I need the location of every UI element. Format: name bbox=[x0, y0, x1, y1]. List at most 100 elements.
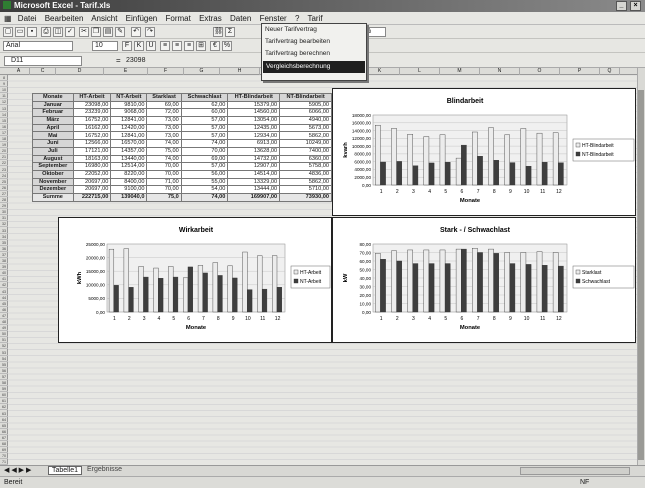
menu-item-comparison[interactable]: Vergleichsberechnung bbox=[263, 61, 365, 73]
column-header-F[interactable]: F bbox=[148, 68, 184, 75]
table-cell[interactable]: 5905,00 bbox=[279, 100, 332, 110]
column-header-M[interactable]: M bbox=[440, 68, 480, 75]
menu-daten[interactable]: Daten bbox=[230, 14, 251, 23]
align-left-icon[interactable]: ≡ bbox=[160, 41, 170, 51]
table-cell[interactable]: 55,00 bbox=[180, 177, 229, 187]
table-cell[interactable]: 74,00 bbox=[146, 139, 182, 148]
table-header-cell[interactable]: Starklast bbox=[146, 93, 182, 102]
minimize-button[interactable]: _ bbox=[616, 1, 627, 11]
close-button[interactable]: × bbox=[630, 1, 641, 11]
table-cell[interactable]: 12435,00 bbox=[227, 123, 281, 133]
table-cell[interactable]: 5673,00 bbox=[279, 123, 332, 133]
table-cell[interactable]: 9100,00 bbox=[110, 185, 148, 194]
table-cell[interactable]: 14560,00 bbox=[227, 108, 281, 118]
table-cell[interactable]: 8220,00 bbox=[110, 169, 148, 179]
table-cell[interactable]: 13054,00 bbox=[227, 116, 281, 125]
table-header-cell[interactable]: HT-Blindarbeit bbox=[227, 93, 281, 102]
redo-icon[interactable]: ↷ bbox=[145, 27, 155, 37]
tab-tabelle1[interactable]: Tabelle1 bbox=[48, 466, 83, 475]
column-header-E[interactable]: E bbox=[104, 68, 148, 75]
table-cell[interactable]: 74,00 bbox=[180, 139, 229, 148]
open-icon[interactable]: ▭ bbox=[15, 27, 25, 37]
table-cell[interactable]: 9068,00 bbox=[110, 108, 148, 118]
table-cell[interactable]: 14357,00 bbox=[110, 146, 148, 156]
spellcheck-icon[interactable]: ✓ bbox=[65, 27, 75, 37]
table-cell[interactable]: November bbox=[32, 177, 74, 187]
table-cell[interactable]: 12420,00 bbox=[110, 123, 148, 133]
table-cell[interactable]: 23239,00 bbox=[72, 108, 112, 118]
table-cell[interactable]: 14514,00 bbox=[227, 169, 281, 179]
chart-blindarbeit[interactable]: Blindarbeit 0,00 2000,00 4000,00 6000,00 8000… bbox=[332, 88, 636, 216]
sum-cell[interactable]: 73930,00 bbox=[279, 192, 332, 202]
percent-icon[interactable]: % bbox=[222, 41, 232, 51]
column-header-O[interactable]: O bbox=[520, 68, 560, 75]
table-cell[interactable]: 5862,00 bbox=[279, 131, 332, 141]
font-select[interactable]: Arial bbox=[3, 41, 73, 51]
table-header-cell[interactable]: NT-Arbeit bbox=[110, 93, 148, 102]
table-cell[interactable]: Oktober bbox=[32, 169, 74, 179]
bold-icon[interactable]: F bbox=[122, 41, 132, 51]
cut-icon[interactable]: ✂ bbox=[79, 27, 89, 37]
table-cell[interactable]: 16570,00 bbox=[110, 139, 148, 148]
table-cell[interactable]: 57,00 bbox=[180, 131, 229, 141]
table-cell[interactable]: 70,00 bbox=[180, 146, 229, 156]
menu-help[interactable]: ? bbox=[295, 14, 299, 23]
table-header-cell[interactable]: HT-Arbeit bbox=[72, 93, 112, 102]
table-cell[interactable]: Dezember bbox=[32, 185, 74, 194]
chart-wirkarbeit[interactable]: Wirkarbeit 0,00 5000,00 10000,00 15000,00 200… bbox=[58, 217, 332, 343]
table-cell[interactable]: Mai bbox=[32, 131, 74, 141]
sum-cell[interactable]: 139040,0 bbox=[110, 192, 148, 202]
align-right-icon[interactable]: ≡ bbox=[184, 41, 194, 51]
column-header-C[interactable]: C bbox=[30, 68, 56, 75]
menu-format[interactable]: Format bbox=[166, 14, 191, 23]
table-cell[interactable]: 5862,00 bbox=[279, 177, 332, 187]
table-cell[interactable]: August bbox=[32, 154, 74, 164]
table-cell[interactable]: 75,00 bbox=[146, 146, 182, 156]
table-cell[interactable]: 13628,00 bbox=[227, 146, 281, 156]
table-cell[interactable]: 73,00 bbox=[146, 131, 182, 141]
font-size-select[interactable]: 10 bbox=[92, 41, 118, 51]
column-header-N[interactable]: N bbox=[480, 68, 520, 75]
table-cell[interactable]: 54,00 bbox=[180, 185, 229, 194]
table-cell[interactable]: 71,00 bbox=[146, 177, 182, 187]
table-cell[interactable]: 60,00 bbox=[180, 108, 229, 118]
table-cell[interactable]: 4836,00 bbox=[279, 169, 332, 179]
paste-icon[interactable]: ▤ bbox=[103, 27, 113, 37]
table-cell[interactable]: 6913,00 bbox=[227, 139, 281, 148]
table-cell[interactable]: Juli bbox=[32, 146, 74, 156]
table-cell[interactable]: 12907,00 bbox=[227, 162, 281, 171]
table-cell[interactable]: 10249,00 bbox=[279, 139, 332, 148]
table-cell[interactable]: 69,00 bbox=[146, 100, 182, 110]
underline-icon[interactable]: U bbox=[146, 41, 156, 51]
tab-scroll-arrows[interactable]: ◀ ◀ ▶ ▶ bbox=[4, 466, 31, 474]
table-cell[interactable]: 20697,00 bbox=[72, 185, 112, 194]
menu-item-edit-contract[interactable]: Tarifvertrag bearbeiten bbox=[262, 36, 366, 48]
table-cell[interactable]: 9810,00 bbox=[110, 100, 148, 110]
table-cell[interactable]: 62,00 bbox=[180, 100, 229, 110]
menu-tarif[interactable]: Tarif bbox=[307, 14, 322, 23]
table-cell[interactable]: 14732,00 bbox=[227, 154, 281, 164]
table-cell[interactable]: 5758,00 bbox=[279, 162, 332, 171]
table-cell[interactable]: 7400,00 bbox=[279, 146, 332, 156]
column-header-Q[interactable]: Q bbox=[600, 68, 620, 75]
table-cell[interactable]: 12934,00 bbox=[227, 131, 281, 141]
undo-icon[interactable]: ↶ bbox=[131, 27, 141, 37]
table-cell[interactable]: 4940,00 bbox=[279, 116, 332, 125]
menu-datei[interactable]: Datei bbox=[18, 14, 37, 23]
table-cell[interactable]: 8400,00 bbox=[110, 177, 148, 187]
sum-cell[interactable]: 75,0 bbox=[146, 192, 182, 202]
table-header-cell[interactable]: NT-Blindarbeit bbox=[279, 93, 332, 102]
save-icon[interactable]: ▪ bbox=[27, 27, 37, 37]
column-header-L[interactable]: L bbox=[400, 68, 440, 75]
scrollbar-thumb[interactable] bbox=[638, 90, 644, 460]
table-cell[interactable]: 70,00 bbox=[146, 162, 182, 171]
copy-icon[interactable]: ❐ bbox=[91, 27, 101, 37]
menu-fenster[interactable]: Fenster bbox=[260, 14, 287, 23]
table-cell[interactable]: 57,00 bbox=[180, 123, 229, 133]
merge-center-icon[interactable]: ⊞ bbox=[196, 41, 206, 51]
horizontal-scrollbar[interactable] bbox=[520, 467, 630, 475]
preview-icon[interactable]: ◫ bbox=[53, 27, 63, 37]
menu-item-new-contract[interactable]: Neuer Tarifvertrag bbox=[262, 24, 366, 36]
formula-input[interactable]: 23098 bbox=[126, 56, 145, 66]
table-cell[interactable]: 16752,00 bbox=[72, 131, 112, 141]
